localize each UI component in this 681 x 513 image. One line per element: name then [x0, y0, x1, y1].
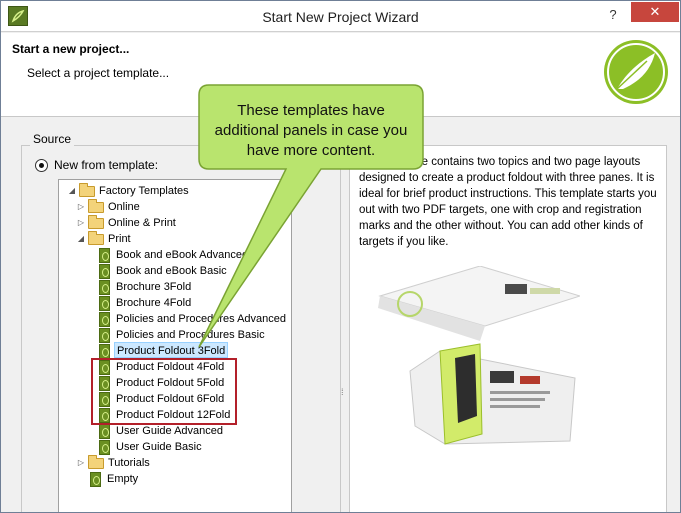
wizard-window: Start New Project Wizard ? ✕ Start a new… [0, 0, 681, 513]
expanded-arrow-icon[interactable]: ◢ [76, 231, 86, 247]
callout-text: These templates have additional panels i… [214, 102, 408, 159]
folder-icon [88, 215, 104, 229]
template-icon [99, 424, 110, 439]
tree-item-label: Policies and Procedures Advanced [116, 313, 286, 325]
folder-icon [88, 199, 104, 213]
splitter-handle[interactable]: ⁞ [341, 387, 344, 397]
tree-item-label: Brochure 4Fold [116, 297, 192, 309]
folder-icon [79, 183, 95, 197]
template-icon [99, 264, 110, 279]
help-button[interactable]: ? [604, 5, 622, 25]
template-icon [99, 344, 110, 359]
collapsed-arrow-icon[interactable]: ▷ [76, 455, 86, 471]
template-icon [99, 440, 110, 455]
close-button[interactable]: ✕ [631, 2, 679, 22]
window-title: Start New Project Wizard [262, 9, 419, 25]
tree-item-label: Book and eBook Basic [116, 265, 227, 277]
template-icon [99, 312, 110, 327]
tree-item-label: Policies and Procedures Basic [116, 329, 265, 341]
title-bar: Start New Project Wizard ? ✕ [1, 1, 680, 32]
page-subtitle: Select a project template... [27, 66, 170, 80]
tree-item-label: Tutorials [108, 457, 150, 469]
tree-item-label: Product Foldout 3Fold [114, 342, 229, 358]
template-icon [99, 248, 110, 263]
template-icon [99, 328, 110, 343]
tree-item-label: Online [108, 201, 140, 213]
tree-item-label: Brochure 3Fold [116, 281, 192, 293]
template-preview-image [378, 266, 580, 445]
expanded-arrow-icon[interactable]: ◢ [67, 183, 77, 199]
folder-icon [88, 231, 104, 245]
feather-logo-icon [604, 40, 668, 104]
tree-item-label: Print [108, 233, 131, 245]
tree-item-label: Book and eBook Advanced [116, 249, 249, 261]
radio-label: New from template: [54, 158, 159, 172]
tree-item-label: Factory Templates [99, 185, 189, 197]
template-icon [99, 296, 110, 311]
source-group-label: Source [30, 132, 75, 146]
folder-icon [88, 455, 104, 469]
collapsed-arrow-icon[interactable]: ▷ [76, 215, 86, 231]
tree-item-label: User Guide Basic [116, 441, 202, 453]
tree-item-label: User Guide Advanced [116, 425, 224, 437]
collapsed-arrow-icon[interactable]: ▷ [76, 199, 86, 215]
tree-item-label: Empty [107, 473, 139, 485]
template-tree[interactable]: ◢ Factory Templates ▷ Online ▷ Online & … [58, 179, 292, 512]
template-icon [90, 472, 101, 487]
radio-button-selected[interactable] [35, 159, 48, 172]
highlight-box [91, 358, 237, 425]
template-icon [99, 280, 110, 295]
tree-item-label: Online & Print [108, 217, 176, 229]
page-title: Start a new project... [12, 42, 130, 56]
template-description: This template contains two topics and tw… [359, 156, 657, 248]
